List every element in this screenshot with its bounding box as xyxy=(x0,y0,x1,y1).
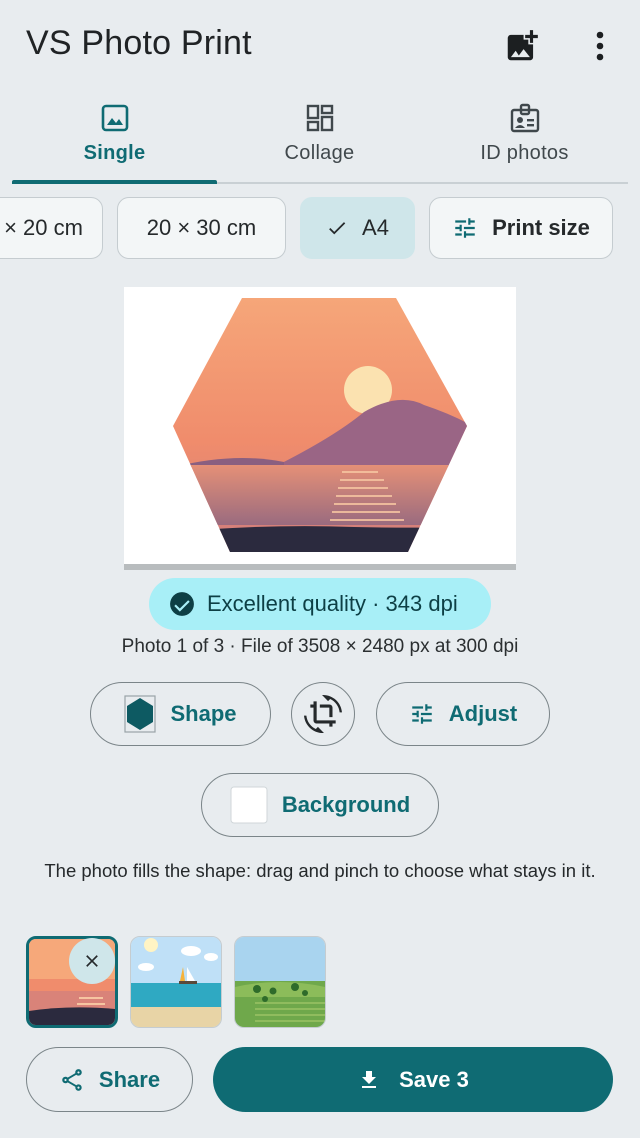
tune-icon xyxy=(455,218,475,238)
save-label: Save 3 xyxy=(399,1066,469,1092)
add-photo-icon xyxy=(507,30,538,61)
download-icon xyxy=(362,1070,377,1088)
share-button[interactable]: Share xyxy=(26,1047,193,1112)
tab-collage[interactable]: Collage xyxy=(217,96,422,182)
chip-label: 20 × 30 cm xyxy=(146,215,257,240)
print-preview-canvas[interactable] xyxy=(124,287,516,568)
add-photo-button[interactable] xyxy=(498,22,546,70)
quality-label: Excellent quality · 343 dpi xyxy=(207,591,458,616)
remove-photo-button[interactable] xyxy=(69,938,115,984)
tune-icon xyxy=(412,704,432,724)
canvas-edge xyxy=(124,564,516,570)
chip-label: × 20 cm xyxy=(4,215,83,240)
app-title: VS Photo Print xyxy=(26,24,252,62)
more-vert-icon xyxy=(596,31,604,61)
share-label: Share xyxy=(98,1066,161,1092)
tab-indicator xyxy=(12,180,217,184)
photo-info: Photo 1 of 3 · File of 3508 × 2480 px at… xyxy=(121,636,519,657)
print-size-label: Print size xyxy=(492,215,590,240)
save-button[interactable]: Save 3 xyxy=(213,1047,613,1112)
chip-label: A4 xyxy=(362,215,389,240)
id-badge-icon xyxy=(510,103,539,133)
tab-label: Single xyxy=(83,142,146,164)
chip-size-partial[interactable]: × 20 cm xyxy=(0,197,103,259)
thumbnail-countryside[interactable] xyxy=(234,936,326,1028)
background-button[interactable]: Background xyxy=(201,773,439,837)
hexagon-shape-icon xyxy=(124,695,157,733)
shape-button[interactable]: Shape xyxy=(90,682,271,746)
crop-rotate-button[interactable] xyxy=(291,682,355,746)
print-size-button[interactable]: Print size xyxy=(429,197,613,259)
image-icon xyxy=(101,104,128,132)
adjust-label: Adjust xyxy=(448,701,518,726)
tab-single[interactable]: Single xyxy=(12,96,217,184)
tab-label: ID photos xyxy=(480,142,569,164)
share-icon xyxy=(62,1068,82,1091)
adjust-button[interactable]: Adjust xyxy=(376,682,550,746)
quality-badge: Excellent quality · 343 dpi xyxy=(149,578,491,630)
hexagon-photo[interactable] xyxy=(124,287,516,568)
chip-size-a4[interactable]: A4 xyxy=(300,197,415,259)
tab-id-photos[interactable]: ID photos xyxy=(422,96,627,182)
thumbnail-image xyxy=(235,937,325,1027)
mode-tabs: Single Collage ID photos xyxy=(12,96,628,184)
shape-hint: The photo fills the shape: drag and pinc… xyxy=(44,860,596,881)
tab-label: Collage xyxy=(284,142,355,164)
check-icon xyxy=(329,222,346,235)
more-options-button[interactable] xyxy=(576,22,624,70)
crop-rotate-icon xyxy=(304,695,342,733)
background-label: Background xyxy=(281,792,411,817)
size-chip-row: × 20 cm 20 × 30 cm A4 Print size xyxy=(0,197,640,261)
grid-icon xyxy=(306,104,333,132)
thumbnail-beach[interactable] xyxy=(130,936,222,1028)
check-circle-icon xyxy=(170,592,194,616)
close-icon xyxy=(86,955,98,967)
shape-label: Shape xyxy=(170,701,237,726)
background-swatch-icon xyxy=(230,786,268,824)
chip-size-20x30[interactable]: 20 × 30 cm xyxy=(117,197,286,259)
app-bar: VS Photo Print xyxy=(0,0,640,90)
thumbnail-image xyxy=(131,937,221,1027)
